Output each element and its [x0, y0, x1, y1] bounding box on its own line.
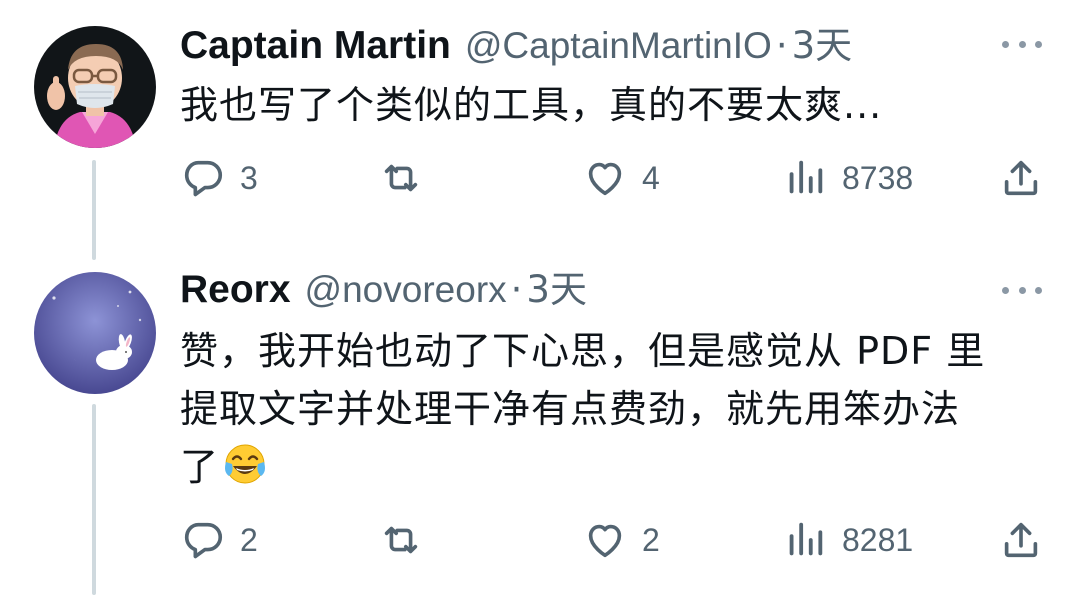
views-button[interactable]: 8738	[782, 155, 913, 201]
reply-count: 3	[240, 159, 258, 196]
more-options-icon[interactable]	[1002, 280, 1042, 300]
tweet-1[interactable]: Captain Martin @CaptainMartinIO · 3天 我也写…	[0, 0, 1080, 230]
views-button[interactable]: 8281	[782, 517, 913, 563]
tweet-text: 赞，我开始也动了下心思，但是感觉从 PDF 里 提取文字并处理干净有点费劲，就先…	[180, 322, 1040, 502]
avatar[interactable]	[34, 26, 156, 148]
tweet-text-line: 提取文字并处理干净有点费劲，就先用笨办法	[180, 387, 961, 431]
action-bar: 3 4 8738	[180, 155, 1042, 201]
avatar[interactable]	[34, 272, 156, 394]
analytics-bar-icon	[789, 160, 823, 194]
retweet-icon	[384, 526, 418, 554]
like-button[interactable]: 4	[582, 155, 660, 201]
views-count: 8281	[842, 521, 914, 558]
author-name[interactable]: Captain Martin	[180, 24, 451, 68]
heart-icon	[588, 162, 622, 196]
views-count: 8738	[842, 159, 914, 196]
share-button[interactable]	[998, 155, 1044, 201]
moon-rabbit-avatar-icon	[34, 272, 156, 394]
like-count: 4	[642, 159, 660, 196]
tweet-header: Reorx @novoreorx · 3天	[180, 268, 587, 312]
tears-of-joy-emoji-icon	[223, 442, 267, 502]
retweet-icon	[384, 164, 418, 192]
share-icon	[1004, 160, 1038, 196]
timestamp[interactable]: 3天	[526, 268, 587, 312]
tweet-2[interactable]: Reorx @novoreorx · 3天 赞，我开始也动了下心思，但是感觉从 …	[0, 240, 1080, 595]
heart-icon	[588, 524, 622, 558]
tweet-header: Captain Martin @CaptainMartinIO · 3天	[180, 24, 852, 68]
separator-dot: ·	[775, 24, 788, 67]
like-count: 2	[642, 521, 660, 558]
reply-icon	[184, 522, 223, 559]
like-button[interactable]: 2	[582, 517, 660, 563]
separator-dot: ·	[510, 268, 523, 311]
tweet-text-fragment: 了	[180, 445, 220, 489]
author-handle[interactable]: @CaptainMartinIO	[465, 24, 772, 68]
action-bar: 2 2 8281	[180, 517, 1042, 563]
reply-button[interactable]: 3	[180, 155, 258, 201]
retweet-button[interactable]	[378, 517, 438, 563]
reply-button[interactable]: 2	[180, 517, 258, 563]
share-icon	[1004, 522, 1038, 558]
reply-icon	[184, 160, 223, 197]
author-name[interactable]: Reorx	[180, 268, 291, 312]
more-options-icon[interactable]	[1002, 34, 1042, 54]
tweet-text-line: 我也写了个类似的工具，真的不要太爽...	[180, 83, 883, 127]
reply-count: 2	[240, 521, 258, 558]
share-button[interactable]	[998, 517, 1044, 563]
retweet-button[interactable]	[378, 155, 438, 201]
timestamp[interactable]: 3天	[792, 24, 853, 68]
tweet-text-line: 了	[180, 438, 1040, 502]
tweet-text: 我也写了个类似的工具，真的不要太爽...	[180, 76, 1040, 134]
memoji-avatar-icon	[34, 26, 156, 148]
author-handle[interactable]: @novoreorx	[305, 268, 507, 312]
analytics-bar-icon	[789, 522, 823, 556]
tweet-text-line: 赞，我开始也动了下心思，但是感觉从 PDF 里	[180, 329, 986, 373]
